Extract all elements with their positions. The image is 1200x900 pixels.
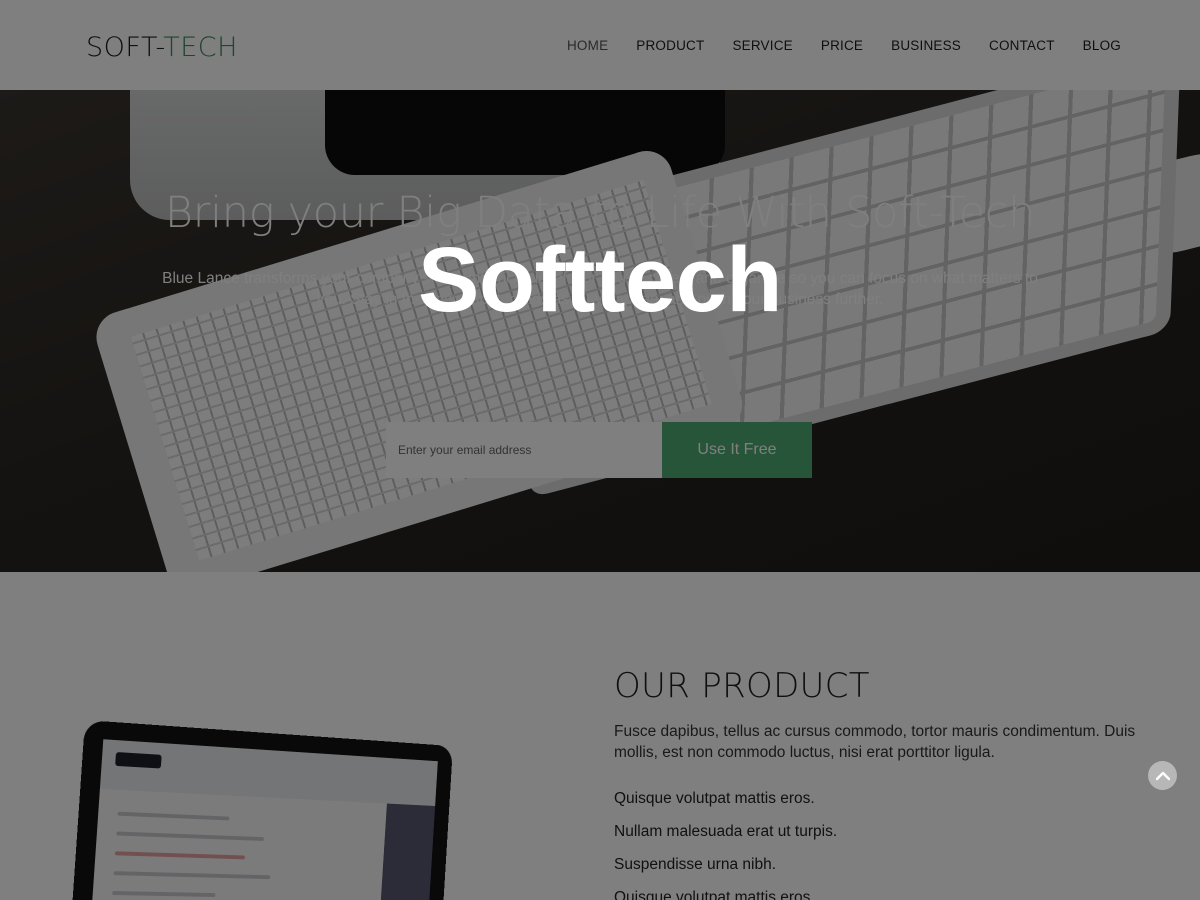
hero-subtitle: Blue Lance transforms your company's dat… (162, 270, 1038, 308)
logo[interactable]: SOFT-TECH (86, 32, 238, 63)
nav-price[interactable]: PRICE (821, 38, 863, 53)
nav-product[interactable]: PRODUCT (636, 38, 704, 53)
product-section-title: OUR PRODUCT (614, 666, 870, 706)
product-laptop-image (71, 720, 453, 900)
nav-service[interactable]: SERVICE (732, 38, 792, 53)
logo-main: SOFT- (86, 32, 164, 63)
use-it-free-button[interactable]: Use It Free (662, 422, 812, 478)
feature-item: Quisque volutpat mattis eros. (614, 889, 815, 900)
hero-section: Bring your Big Data to Life With Soft-Te… (0, 90, 1200, 572)
nav-business[interactable]: BUSINESS (891, 38, 961, 53)
product-description: Fusce dapibus, tellus ac cursus commodo,… (614, 723, 1136, 761)
hero-title: Bring your Big Data to Life With Soft-Te… (164, 188, 1036, 238)
navbar: SOFT-TECH HOME PRODUCT SERVICE PRICE BUS… (0, 0, 1200, 90)
email-input[interactable] (386, 422, 662, 478)
main-nav: HOME PRODUCT SERVICE PRICE BUSINESS CONT… (567, 38, 1121, 53)
signup-form: Use It Free (386, 422, 812, 478)
nav-blog[interactable]: BLOG (1083, 38, 1121, 53)
feature-item: Nullam malesuada erat ut turpis. (614, 823, 838, 840)
product-feature-list: Quisque volutpat mattis eros. Nullam mal… (614, 788, 837, 900)
feature-item: Quisque volutpat mattis eros. (614, 790, 815, 807)
chevron-up-icon (1155, 771, 1170, 780)
nav-contact[interactable]: CONTACT (989, 38, 1055, 53)
logo-accent: TECH (163, 32, 238, 63)
scroll-to-top-button[interactable] (1148, 761, 1177, 790)
nav-home[interactable]: HOME (567, 38, 608, 53)
feature-item: Suspendisse urna nibh. (614, 856, 777, 873)
